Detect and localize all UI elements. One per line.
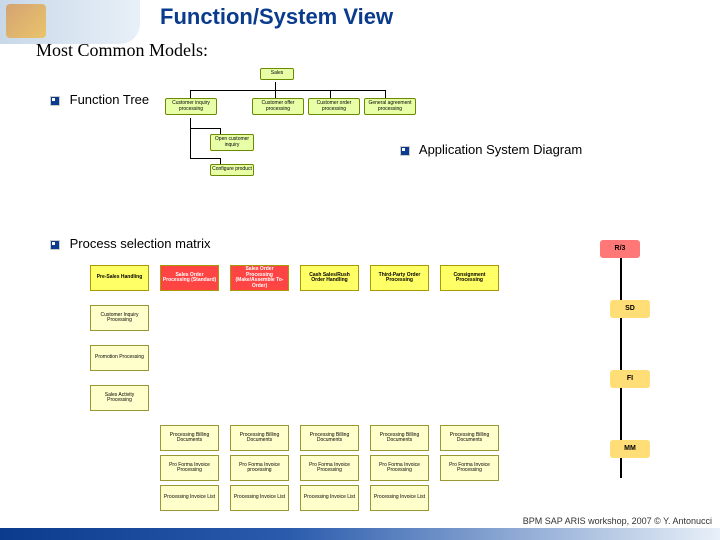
ft-l2-0: Open customer inquiry xyxy=(210,134,254,151)
bullet-label: Function Tree xyxy=(70,92,150,107)
psm-g3-0: Processing Invoice List xyxy=(160,485,219,511)
ft-l1-1: Customer offer processing xyxy=(252,98,304,115)
psm-g1-2: Processing Billing Documents xyxy=(300,425,359,451)
app-box-mm: MM xyxy=(610,440,650,458)
bullet-function-tree: Function Tree xyxy=(50,92,149,107)
ft-root: Sales xyxy=(260,68,294,80)
footer-bar xyxy=(0,528,720,540)
psm-col-0: Customer Inquiry Processing xyxy=(90,305,149,331)
psm-g3-3: Processing Invoice List xyxy=(370,485,429,511)
function-tree-diagram: Sales Customer inquiry processing Custom… xyxy=(160,68,460,198)
psm-g1-1: Processing Billing Documents xyxy=(230,425,289,451)
psm-g1-4: Processing Billing Documents xyxy=(440,425,499,451)
psm-g2-3: Pro Forma Invoice Processing xyxy=(370,455,429,481)
app-box-fi: FI xyxy=(610,370,650,388)
psm-col-1: Promotion Processing xyxy=(90,345,149,371)
bullet-icon xyxy=(50,240,60,250)
ft-l1-2: Customer order processing xyxy=(308,98,360,115)
psm-g1-0: Processing Billing Documents xyxy=(160,425,219,451)
bullet-psm: Process selection matrix xyxy=(50,236,211,251)
app-box-r3: R/3 xyxy=(600,240,640,258)
ft-l2-1: Configure product xyxy=(210,164,254,176)
ft-l1-0: Customer inquiry processing xyxy=(165,98,217,115)
bullet-label: Process selection matrix xyxy=(70,236,211,251)
header-accent-image xyxy=(0,0,140,44)
psm-r1-4: Third-Party Order Processing xyxy=(370,265,429,291)
ft-l1-3: General agreement processing xyxy=(364,98,416,115)
psm-g2-4: Pro Forma Invoice Processing xyxy=(440,455,499,481)
psm-g2-1: Pro Forma Invoice processing xyxy=(230,455,289,481)
app-box-sd: SD xyxy=(610,300,650,318)
psm-r1-0: Pre-Sales Handling xyxy=(90,265,149,291)
psm-r1-2: Sales Order Processing (Make/Assemble To… xyxy=(230,265,289,291)
psm-g2-2: Pro Forma Invoice Processing xyxy=(300,455,359,481)
psm-r1-3: Cash Sales/Rush Order Handling xyxy=(300,265,359,291)
psm-col-2: Sales Activity Processing xyxy=(90,385,149,411)
psm-g3-1: Processing Invoice List xyxy=(230,485,289,511)
page-title: Function/System View xyxy=(160,4,393,30)
subtitle: Most Common Models: xyxy=(36,40,208,61)
psm-g1-3: Processing Billing Documents xyxy=(370,425,429,451)
psm-g2-0: Pro Forma Invoice Processing xyxy=(160,455,219,481)
bullet-icon xyxy=(50,96,60,106)
psm-r1-1: Sales Order Processing (Standard) xyxy=(160,265,219,291)
psm-r1-5: Consignment Processing xyxy=(440,265,499,291)
psm-g3-2: Processing Invoice List xyxy=(300,485,359,511)
footer-text: BPM SAP ARIS workshop, 2007 © Y. Antonuc… xyxy=(523,516,712,526)
